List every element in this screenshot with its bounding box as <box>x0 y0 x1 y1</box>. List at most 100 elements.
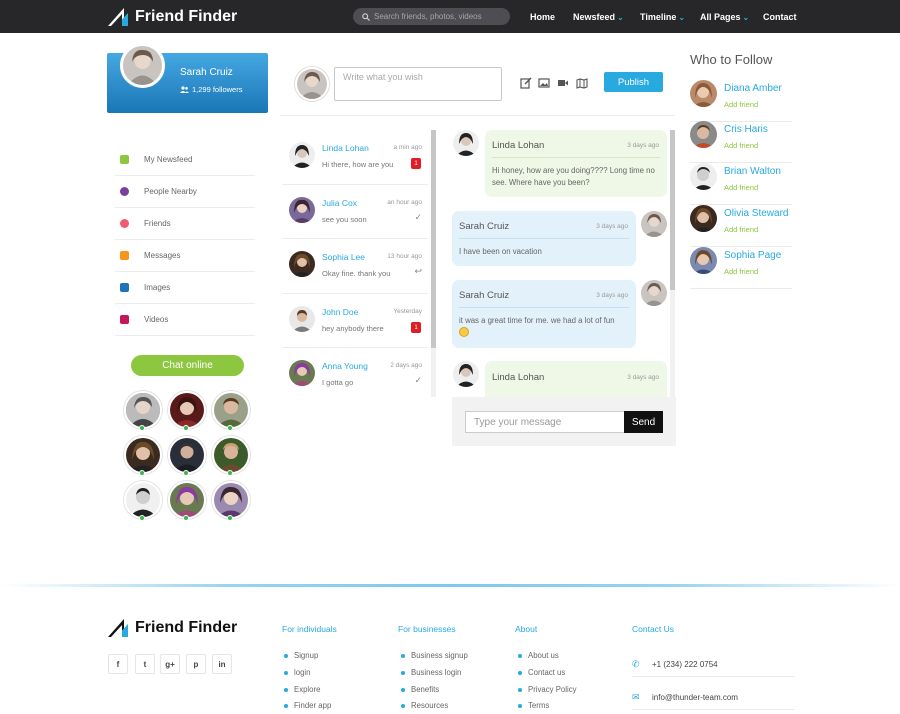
conversation-item[interactable]: Sophia Lee 13 hour ago Okay fine. thank … <box>282 239 428 294</box>
conversation-scrollbar[interactable] <box>431 130 436 397</box>
nav-all-pages[interactable]: All Pages ⌄ <box>700 12 749 22</box>
message-sender: Sarah Cruiz <box>459 290 510 301</box>
suggestion-name[interactable]: Sophia Page <box>724 250 781 261</box>
message-sender: Sarah Cruiz <box>459 221 510 232</box>
add-friend-link[interactable]: Add friend <box>724 267 758 276</box>
footer-link[interactable]: Benefits <box>401 685 439 694</box>
sidebar-item-newsfeed[interactable]: My Newsfeed <box>115 144 255 176</box>
contact-email[interactable]: ✉ info@thunder-team.com <box>632 686 795 710</box>
suggestion-name[interactable]: Brian Walton <box>724 166 781 177</box>
footer-link[interactable]: Resources <box>401 701 448 710</box>
image-icon[interactable] <box>538 77 550 89</box>
message-text: Hi honey, how are you doing???? Long tim… <box>492 166 655 187</box>
message-text: it was a great time for me. we had a lot… <box>459 316 615 325</box>
edit-icon[interactable] <box>520 77 532 89</box>
footer-link[interactable]: Business login <box>401 668 461 677</box>
footer-link[interactable]: Finder app <box>284 701 331 710</box>
map-icon[interactable] <box>576 77 588 89</box>
suggestion-avatar[interactable] <box>690 80 717 107</box>
chat-message: Linda Lohan 3 days ago Hi honey, how are… <box>485 130 667 197</box>
message-time: 3 days ago <box>627 142 659 149</box>
nav-timeline[interactable]: Timeline ⌄ <box>640 12 685 22</box>
footer-link[interactable]: Privacy Policy <box>518 685 577 694</box>
footer-link[interactable]: Terms <box>518 701 549 710</box>
contact-phone-text: +1 (234) 222 0754 <box>652 660 718 669</box>
footer-logo[interactable]: Friend Finder <box>108 619 237 637</box>
sidebar-item-label: Images <box>144 283 171 292</box>
suggestion-name[interactable]: Diana Amber <box>724 83 782 94</box>
conversation-item[interactable]: Anna Young 2 days ago I gotta go ✓ <box>282 348 428 403</box>
mail-icon: ✉ <box>632 692 640 702</box>
footer-link[interactable]: Signup <box>284 651 318 660</box>
nav-contact[interactable]: Contact <box>763 12 797 22</box>
sidebar-item-friends[interactable]: Friends <box>115 208 255 240</box>
footer-link-label: Contact us <box>528 668 566 677</box>
divider <box>280 115 675 116</box>
suggestion-item: Olivia Steward Add friend <box>690 205 792 247</box>
nav-home-label: Home <box>530 12 556 22</box>
sender-avatar <box>641 211 667 237</box>
suggestion-avatar[interactable] <box>690 247 717 274</box>
online-friend-avatar[interactable] <box>168 481 206 521</box>
message-time: 3 days ago <box>596 292 628 299</box>
conversation-item[interactable]: John Doe Yesterday hey anybody there 1 <box>282 294 428 348</box>
video-icon[interactable] <box>557 77 569 89</box>
search-box[interactable] <box>353 8 510 25</box>
footer-link-label: Business signup <box>411 651 468 660</box>
footer-link[interactable]: Explore <box>284 685 320 694</box>
footer-link[interactable]: login <box>284 668 310 677</box>
suggestion-avatar[interactable] <box>690 163 717 190</box>
footer-link-label: About us <box>528 651 559 660</box>
footer-column-title: About <box>515 624 538 634</box>
sidebar-item-images[interactable]: Images <box>115 272 255 304</box>
search-input[interactable] <box>374 12 504 21</box>
smile-emoji-icon <box>459 327 469 337</box>
online-friend-avatar[interactable] <box>124 436 162 476</box>
linkedin-icon[interactable]: in <box>212 654 232 674</box>
profile-avatar[interactable] <box>120 43 165 88</box>
footer-link[interactable]: Business signup <box>401 651 468 660</box>
twitter-icon[interactable]: t <box>135 654 155 674</box>
suggestion-avatar[interactable] <box>690 121 717 148</box>
suggestion-name[interactable]: Cris Haris <box>724 124 768 135</box>
footer-link[interactable]: About us <box>518 651 559 660</box>
footer-link[interactable]: Contact us <box>518 668 565 677</box>
suggestion-name[interactable]: Olivia Steward <box>724 208 788 219</box>
sidebar-item-messages[interactable]: Messages <box>115 240 255 272</box>
add-friend-link[interactable]: Add friend <box>724 183 758 192</box>
post-composer-input[interactable] <box>334 67 502 101</box>
profile-name[interactable]: Sarah Cruiz <box>180 67 233 78</box>
online-friend-avatar[interactable] <box>212 481 250 521</box>
sidebar-item-people-nearby[interactable]: People Nearby <box>115 176 255 208</box>
chat-scrollbar[interactable] <box>670 130 675 397</box>
pinterest-icon[interactable]: p <box>186 654 206 674</box>
sidebar-item-label: Messages <box>144 251 181 260</box>
conversation-item[interactable]: Julia Cox an hour ago see you soon ✓ <box>282 185 428 239</box>
message-time: 3 days ago <box>627 374 659 381</box>
publish-button[interactable]: Publish <box>604 72 663 92</box>
facebook-icon[interactable]: f <box>108 654 128 674</box>
suggestion-avatar[interactable] <box>690 205 717 232</box>
online-friend-avatar[interactable] <box>168 391 206 431</box>
footer-link-label: Explore <box>294 685 321 694</box>
chat-message-input[interactable] <box>465 411 625 433</box>
online-friend-avatar[interactable] <box>168 436 206 476</box>
add-friend-link[interactable]: Add friend <box>724 141 758 150</box>
add-friend-link[interactable]: Add friend <box>724 225 758 234</box>
online-friend-avatar[interactable] <box>212 436 250 476</box>
google-plus-icon[interactable]: g+ <box>160 654 180 674</box>
send-button[interactable]: Send <box>624 411 663 433</box>
contact-phone[interactable]: ✆ +1 (234) 222 0754 <box>632 653 795 677</box>
online-friend-avatar[interactable] <box>124 391 162 431</box>
online-friend-avatar[interactable] <box>124 481 162 521</box>
messages-icon <box>120 251 129 260</box>
conversation-item[interactable]: Linda Lohan a min ago Hi there, how are … <box>282 130 428 185</box>
chat-online-button[interactable]: Chat online <box>131 355 244 376</box>
brand-logo[interactable]: Friend Finder <box>108 8 237 26</box>
nav-home[interactable]: Home <box>530 12 555 22</box>
sidebar-item-videos[interactable]: Videos <box>115 304 255 336</box>
who-to-follow-title: Who to Follow <box>690 52 773 67</box>
online-friend-avatar[interactable] <box>212 391 250 431</box>
add-friend-link[interactable]: Add friend <box>724 100 758 109</box>
nav-newsfeed[interactable]: Newsfeed ⌄ <box>573 12 624 22</box>
